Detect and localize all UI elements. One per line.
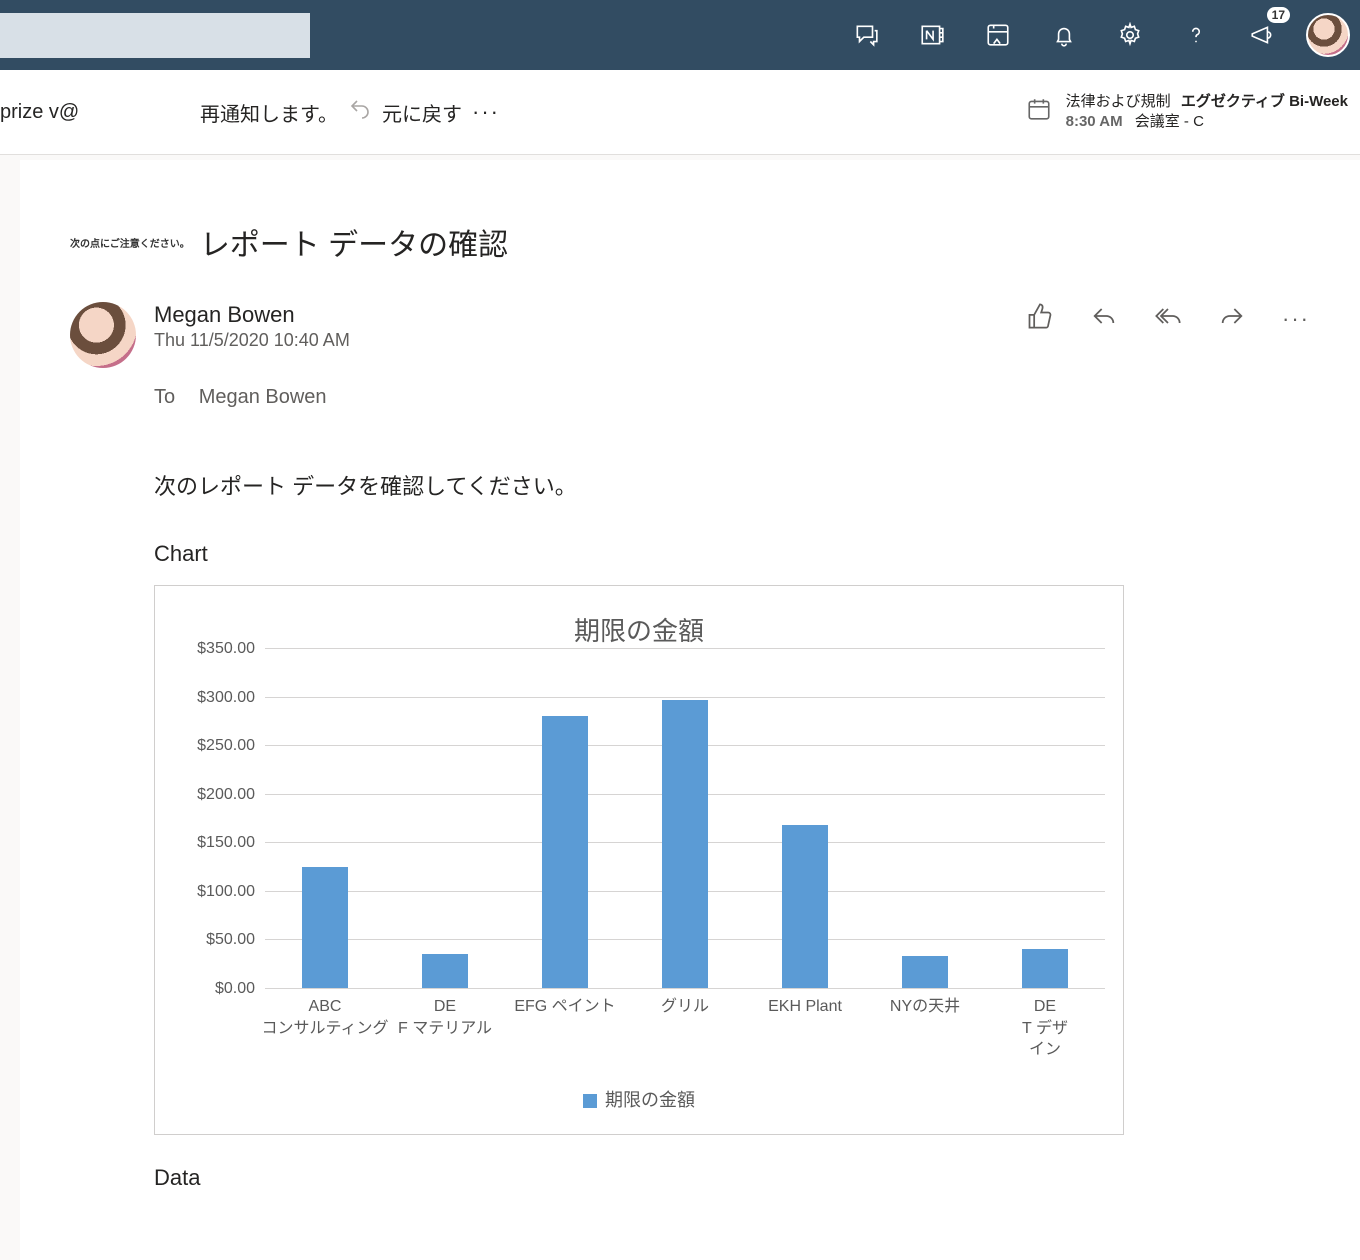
sent-date: Thu 11/5/2020 10:40 AM	[154, 330, 350, 351]
command-group: 再通知します。 元に戻す ···	[200, 97, 500, 127]
legend-label: 期限の金額	[605, 1090, 695, 1110]
calendar-tag: 法律および規制	[1066, 93, 1171, 110]
sender-row: Megan Bowen Thu 11/5/2020 10:40 AM ···	[70, 302, 1310, 368]
forward-button[interactable]	[1218, 302, 1246, 335]
snooze-button[interactable]: 再通知します。	[200, 98, 338, 127]
announcements-icon[interactable]: 17	[1240, 13, 1284, 57]
reply-button[interactable]	[1090, 302, 1118, 335]
sender-name: Megan Bowen	[154, 302, 350, 328]
settings-icon[interactable]	[1108, 13, 1152, 57]
calendar-peek-text: 法律および規制 エグゼクティブ Bi-Week 8:30 AM 会議室 - C	[1066, 92, 1348, 133]
more-commands-button[interactable]: ···	[472, 99, 500, 125]
help-icon[interactable]	[1174, 13, 1218, 57]
chart-section-label: Chart	[154, 541, 1310, 567]
chart-x-tick: グリル	[661, 996, 709, 1018]
teams-chat-icon[interactable]	[844, 13, 888, 57]
chart-y-tick: $150.00	[197, 834, 265, 852]
message-more-button[interactable]: ···	[1282, 306, 1310, 332]
chart-x-tick: NYの天井	[890, 996, 960, 1018]
body-line: 次のレポート データを確認してください。	[154, 469, 1310, 501]
header-icons: 17	[844, 0, 1350, 70]
chart-bar	[422, 954, 468, 988]
app-header: 17	[0, 0, 1360, 70]
reply-all-button[interactable]	[1154, 302, 1182, 335]
chart-y-tick: $0.00	[215, 980, 265, 998]
message-warning: 次の点にご注意ください。	[70, 235, 190, 250]
search-input[interactable]	[0, 13, 310, 58]
calendar-event-title: エグゼクティブ Bi-Week	[1181, 93, 1348, 110]
chart-bar	[782, 825, 828, 988]
message-actions: ···	[1026, 302, 1310, 335]
chart-bar	[1022, 949, 1068, 988]
to-label: To	[154, 386, 175, 408]
chart-y-tick: $250.00	[197, 737, 265, 755]
data-section-label: Data	[154, 1165, 1310, 1191]
chart-gridline: $0.00	[265, 988, 1105, 989]
chart-bar	[542, 716, 588, 988]
calendar-event-time: 8:30 AM	[1066, 113, 1123, 130]
chart-y-tick: $200.00	[197, 786, 265, 804]
message-body: 次のレポート データを確認してください。 Chart 期限の金額 $0.00$5…	[154, 469, 1310, 1191]
message-subject: レポート データの確認	[200, 220, 508, 264]
chart-x-tick: DE T デザイン	[1015, 996, 1075, 1061]
calendar-event-room: 会議室 - C	[1135, 113, 1204, 130]
notification-badge: 17	[1267, 7, 1290, 23]
legend-swatch	[583, 1094, 597, 1108]
like-button[interactable]	[1026, 302, 1054, 335]
chart-container: 期限の金額 $0.00$50.00$100.00$150.00$200.00$2…	[154, 585, 1124, 1135]
chart-y-tick: $50.00	[206, 931, 265, 949]
chart-bar	[902, 956, 948, 988]
calendar-peek[interactable]: 法律および規制 エグゼクティブ Bi-Week 8:30 AM 会議室 - C	[1026, 92, 1348, 133]
chart-plot-area: $0.00$50.00$100.00$150.00$200.00$250.00$…	[265, 648, 1105, 988]
chart-gridline: $350.00	[265, 648, 1105, 649]
chart-x-tick: ABC コンサルティング	[261, 996, 388, 1039]
to-recipient: Megan Bowen	[199, 386, 327, 408]
chart-gridline: $300.00	[265, 697, 1105, 698]
undo-icon[interactable]	[348, 97, 372, 127]
calendar-icon	[1026, 96, 1052, 122]
sender-avatar[interactable]	[70, 302, 136, 368]
command-bar: prize v@ 再通知します。 元に戻す ··· 法律および規制 エグゼクティ…	[0, 70, 1360, 155]
truncated-context-label: prize v@	[0, 101, 79, 124]
undo-button[interactable]: 元に戻す	[382, 98, 462, 127]
chart-title: 期限の金額	[155, 611, 1123, 648]
meet-now-icon[interactable]	[976, 13, 1020, 57]
chart-y-tick: $350.00	[197, 640, 265, 658]
chart-y-tick: $300.00	[197, 689, 265, 707]
chart-bar	[302, 867, 348, 988]
current-user-avatar[interactable]	[1306, 13, 1350, 57]
chart-y-tick: $100.00	[197, 883, 265, 901]
chart-x-tick: EFG ペイント	[514, 996, 615, 1018]
chart-x-tick: DE F マテリアル	[398, 996, 492, 1039]
to-line: To Megan Bowen	[154, 386, 1310, 409]
chart-bar	[662, 700, 708, 988]
chart-legend: 期限の金額	[155, 1086, 1123, 1112]
onenote-icon[interactable]	[910, 13, 954, 57]
notifications-icon[interactable]	[1042, 13, 1086, 57]
reading-pane: 次の点にご注意ください。 レポート データの確認 Megan Bowen Thu…	[20, 160, 1360, 1260]
chart-x-tick: EKH Plant	[768, 996, 842, 1018]
